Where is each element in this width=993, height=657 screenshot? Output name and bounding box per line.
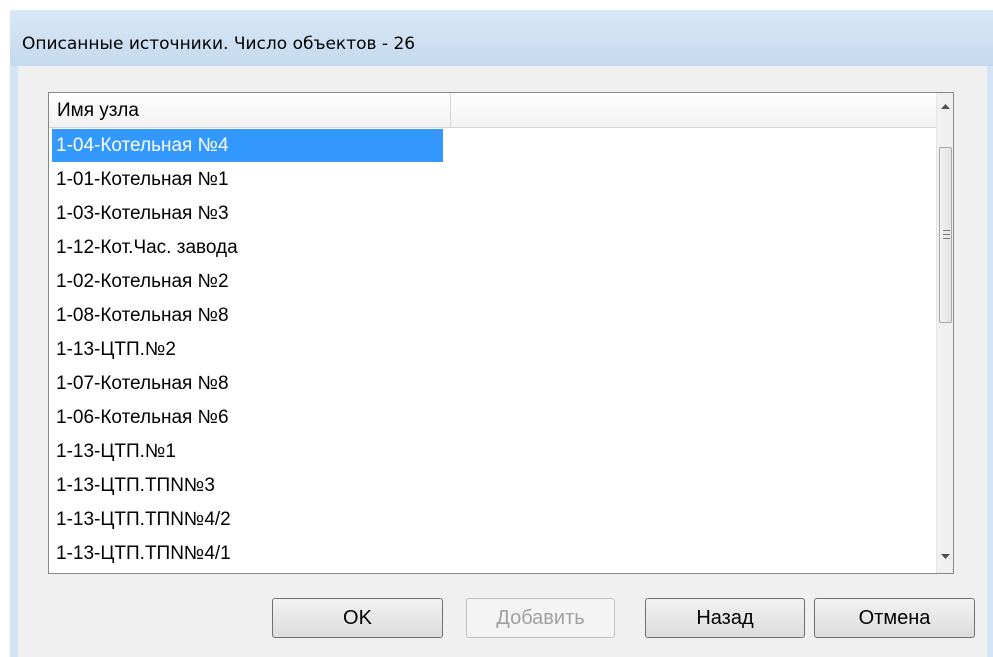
cancel-button[interactable]: Отмена	[814, 598, 975, 638]
list-item[interactable]: 1-06-Котельная №6	[49, 401, 937, 434]
triangle-down-icon	[941, 554, 950, 559]
dialog-title: Описанные источники. Число объектов - 26	[22, 34, 416, 54]
list-header: Имя узла	[49, 93, 937, 128]
list-item-label: 1-13-ЦТП.№1	[56, 441, 176, 462]
list-rows: 1-04-Котельная №4 1-01-Котельная №1 1-03…	[49, 129, 937, 571]
list-item-label: 1-12-Кот.Час. завода	[56, 237, 238, 258]
list-item[interactable]: 1-13-ЦТП.ТПN№3	[49, 469, 937, 502]
list-item-label: 1-13-ЦТП.ТПN№4/1	[56, 543, 231, 564]
list-item[interactable]: 1-07-Котельная №8	[49, 367, 937, 400]
dialog-client-area: Имя узла 1-04-Котельная №4 1-01-Котельна…	[18, 66, 987, 657]
scrollbar-thumb[interactable]	[939, 147, 952, 323]
list-item-label: 1-02-Котельная №2	[56, 271, 229, 292]
list-item[interactable]: 1-12-Кот.Час. завода	[49, 231, 937, 264]
grip-icon	[943, 230, 950, 242]
list-item-label: 1-01-Котельная №1	[56, 169, 229, 190]
list-item[interactable]: 1-13-ЦТП.№1	[49, 435, 937, 468]
list-item[interactable]: 1-03-Котельная №3	[49, 197, 937, 230]
back-button[interactable]: Назад	[645, 598, 805, 638]
scroll-down-button[interactable]	[937, 548, 953, 566]
list-item[interactable]: 1-02-Котельная №2	[49, 265, 937, 298]
list-item[interactable]: 1-13-ЦТП.№2	[49, 333, 937, 366]
list-item[interactable]: 1-13-ЦТП.ТПN№4/2	[49, 503, 937, 536]
list-item[interactable]: 1-08-Котельная №8	[49, 299, 937, 332]
scroll-up-button[interactable]	[937, 98, 953, 116]
list-item-label: 1-06-Котельная №6	[56, 407, 229, 428]
list-item-label: 1-13-ЦТП.ТПN№4/2	[56, 509, 231, 530]
add-button[interactable]: Добавить	[466, 598, 615, 638]
list-item-label: 1-13-ЦТП.ТПN№3	[56, 475, 215, 496]
ok-button[interactable]: OK	[272, 598, 443, 638]
dialog-window: Описанные источники. Число объектов - 26…	[10, 10, 993, 657]
column-header-node-name[interactable]: Имя узла	[49, 93, 451, 127]
triangle-up-icon	[941, 104, 950, 109]
list-item-label: 1-04-Котельная №4	[52, 129, 443, 162]
list-item-label: 1-13-ЦТП.№2	[56, 339, 176, 360]
list-item[interactable]: 1-01-Котельная №1	[49, 163, 937, 196]
title-bar: Описанные источники. Число объектов - 26	[10, 10, 993, 66]
list-item[interactable]: 1-13-ЦТП.ТПN№4/1	[49, 537, 937, 570]
nodes-list[interactable]: Имя узла 1-04-Котельная №4 1-01-Котельна…	[48, 92, 954, 574]
vertical-scrollbar[interactable]	[936, 93, 953, 573]
list-item[interactable]: 1-04-Котельная №4	[49, 129, 937, 162]
column-header-empty[interactable]	[451, 93, 937, 127]
list-item-label: 1-03-Котельная №3	[56, 203, 229, 224]
column-header-label: Имя узла	[57, 100, 139, 121]
list-item-label: 1-08-Котельная №8	[56, 305, 229, 326]
list-item-label: 1-07-Котельная №8	[56, 373, 229, 394]
